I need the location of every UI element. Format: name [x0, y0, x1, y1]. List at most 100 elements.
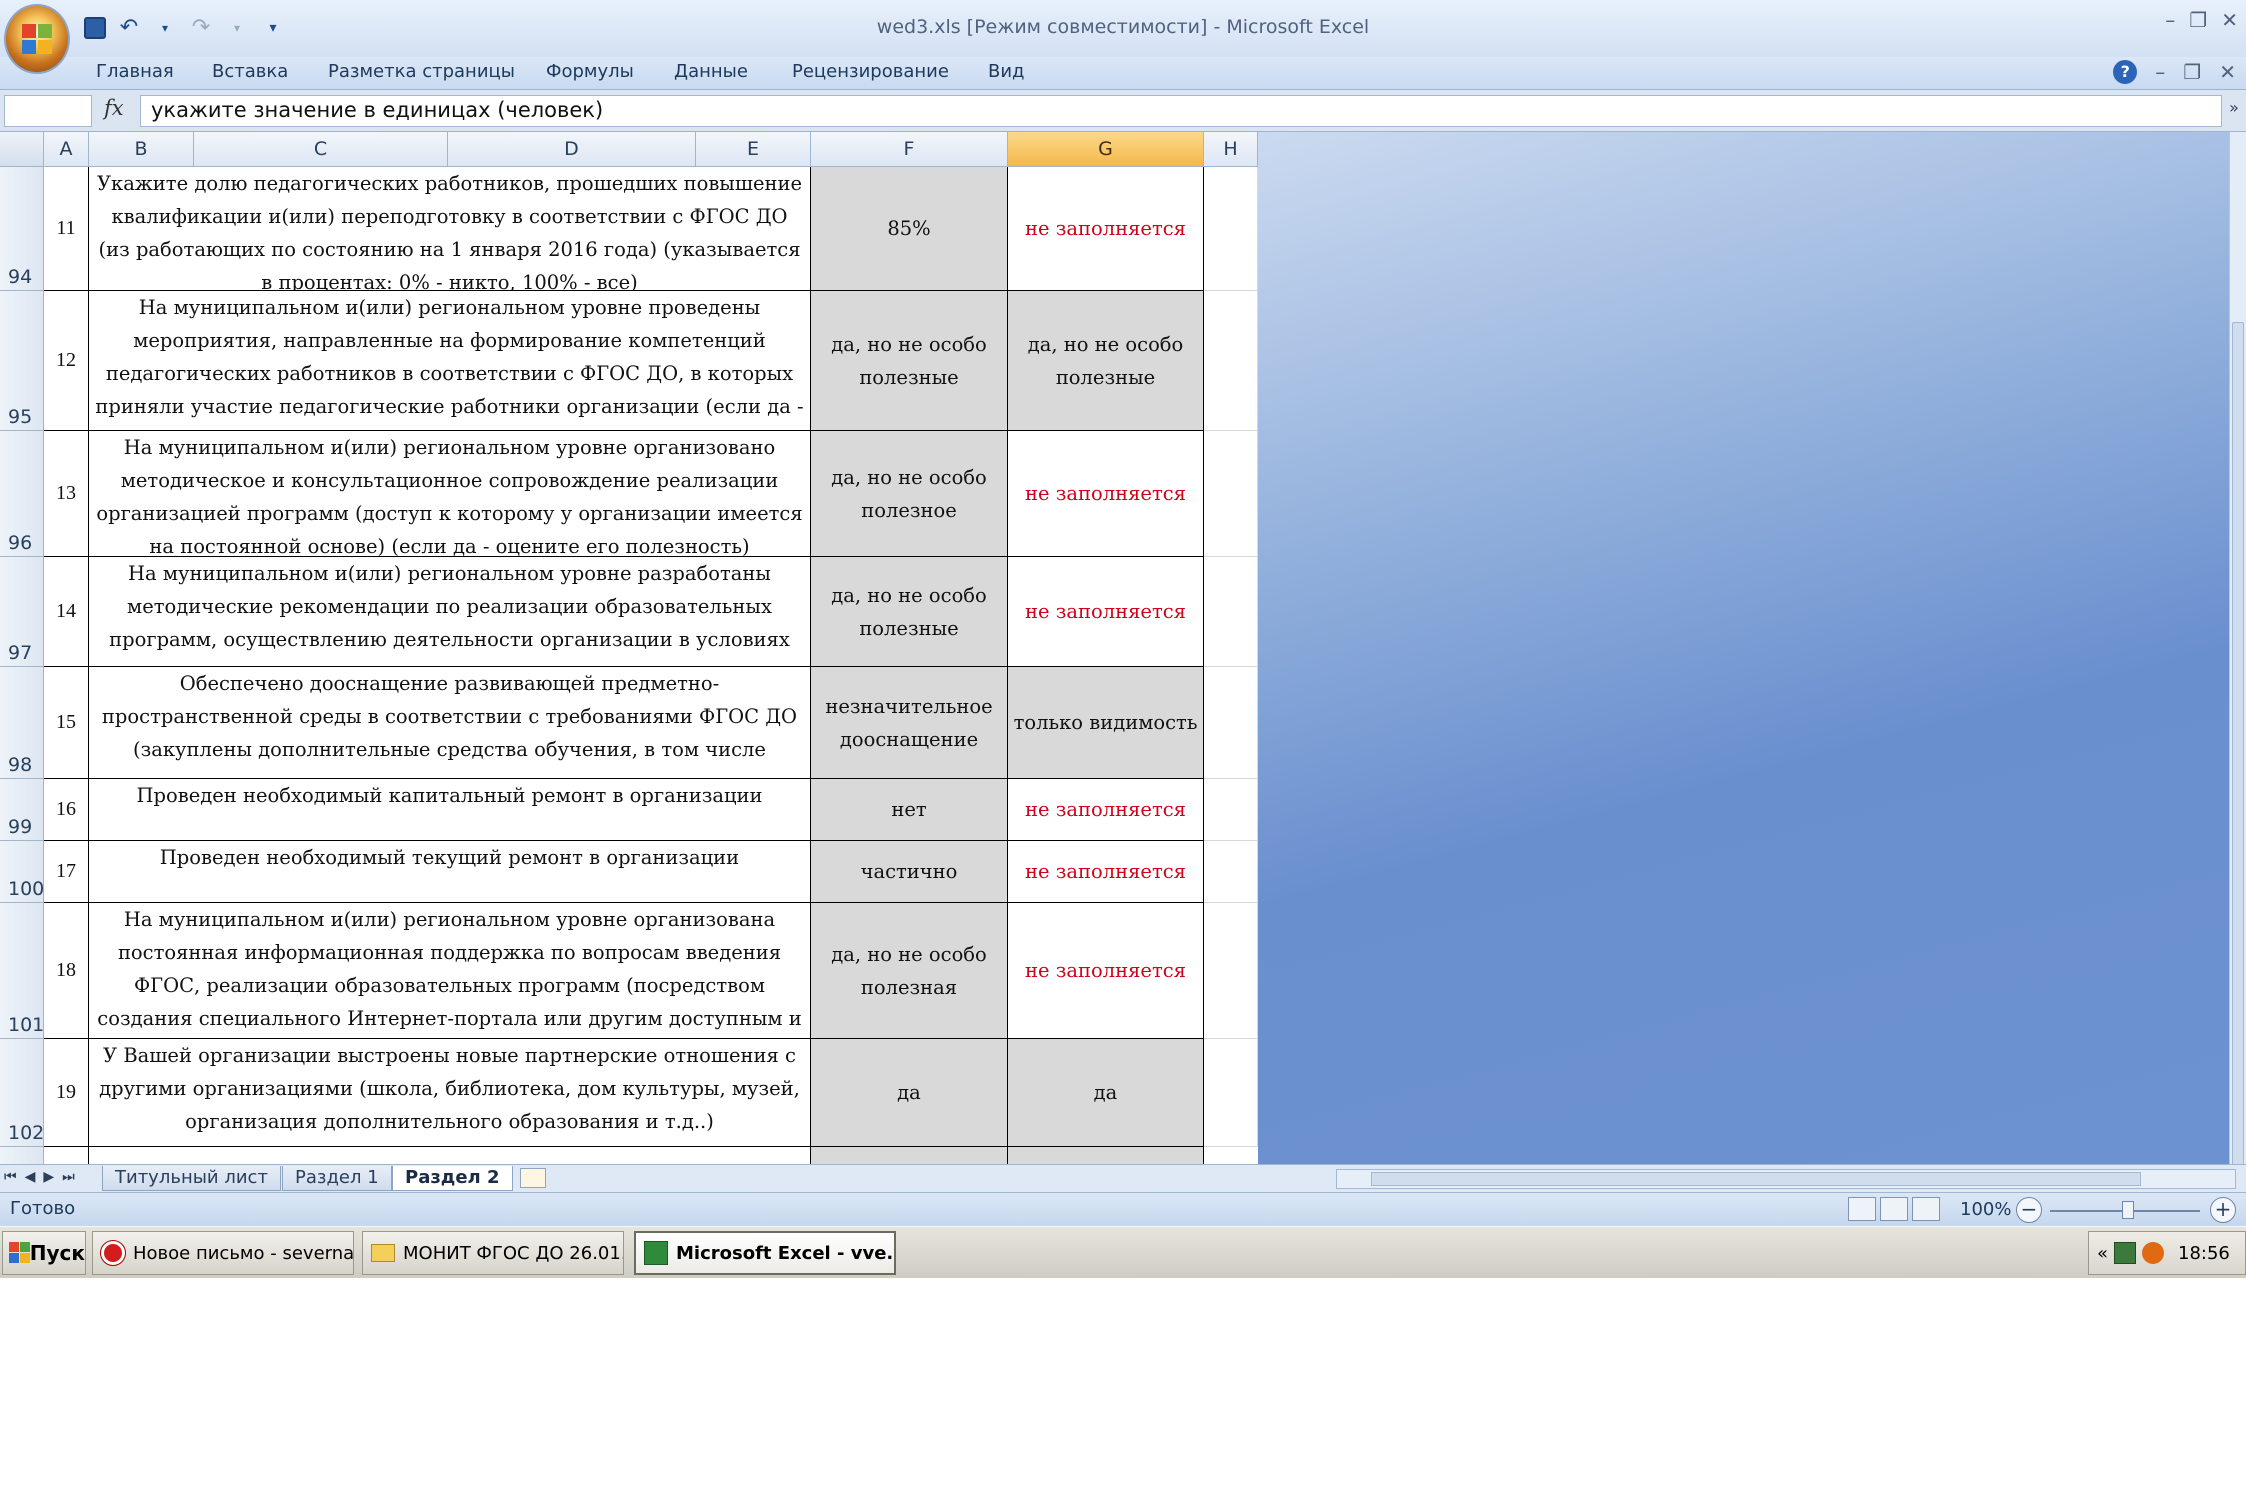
empty-h-cell[interactable]: [1204, 291, 1258, 431]
answer-g-cell[interactable]: да, но не особо полезные: [1008, 291, 1204, 431]
workbook-minimize-icon[interactable]: –: [2155, 60, 2165, 84]
answer-g-cell[interactable]: только видимость: [1008, 667, 1204, 779]
answer-f-cell[interactable]: нет: [811, 779, 1008, 841]
answer-f-cell[interactable]: да, но не особо полезное: [811, 431, 1008, 557]
empty-h-cell[interactable]: [1204, 1039, 1258, 1147]
help-icon[interactable]: ?: [2113, 60, 2138, 84]
taskbar-button-mail[interactable]: Новое письмо - severna...: [92, 1231, 354, 1275]
row-header[interactable]: 95: [0, 291, 44, 431]
tab-page-layout[interactable]: Разметка страницы: [328, 61, 515, 82]
zoom-slider-knob[interactable]: [2122, 1201, 2134, 1219]
item-number-cell[interactable]: 11: [44, 167, 89, 291]
row-header[interactable]: 99: [0, 779, 44, 841]
answer-f-cell[interactable]: да, но не особо полезные: [811, 557, 1008, 667]
empty-h-cell[interactable]: [1204, 167, 1258, 291]
answer-f-cell[interactable]: да, но не особо полезные: [811, 291, 1008, 431]
tab-review[interactable]: Рецензирование: [792, 61, 949, 82]
vertical-scroll-thumb[interactable]: [2232, 322, 2244, 1222]
workbook-restore-icon[interactable]: ❐: [2183, 60, 2201, 84]
tab-data[interactable]: Данные: [674, 61, 748, 82]
column-header-g[interactable]: G: [1008, 132, 1204, 167]
tab-formulas[interactable]: Формулы: [546, 61, 634, 82]
row-header[interactable]: 100: [0, 841, 44, 903]
partial-cell[interactable]: [811, 1147, 1008, 1164]
partial-cell[interactable]: [1008, 1147, 1204, 1164]
column-header-a[interactable]: A: [44, 132, 89, 167]
answer-g-cell[interactable]: не заполняется: [1008, 431, 1204, 557]
select-all-corner[interactable]: [0, 132, 44, 167]
answer-f-cell[interactable]: да, но не особо полезная: [811, 903, 1008, 1039]
start-button[interactable]: Пуск: [2, 1231, 86, 1275]
question-cell[interactable]: Проведен необходимый капитальный ремонт …: [89, 779, 811, 841]
zoom-out-icon[interactable]: −: [2016, 1197, 2042, 1223]
answer-g-cell[interactable]: не заполняется: [1008, 841, 1204, 903]
taskbar-button-folder[interactable]: МОНИТ ФГОС ДО 26.01....: [362, 1231, 624, 1275]
restore-icon[interactable]: ❐: [2189, 8, 2207, 32]
empty-h-cell[interactable]: [1204, 903, 1258, 1039]
column-header-f[interactable]: F: [811, 132, 1008, 167]
question-cell[interactable]: Обеспечено дооснащение развивающей предм…: [89, 667, 811, 779]
next-sheet-icon[interactable]: ▶: [43, 1169, 54, 1185]
last-sheet-icon[interactable]: ⏭: [62, 1169, 75, 1185]
item-number-cell[interactable]: 12: [44, 291, 89, 431]
sheet-tab-section-2[interactable]: Раздел 2: [392, 1166, 513, 1191]
answer-f-cell[interactable]: да: [811, 1039, 1008, 1147]
empty-h-cell[interactable]: [1204, 667, 1258, 779]
row-header[interactable]: 94: [0, 167, 44, 291]
horizontal-scroll-thumb[interactable]: [1371, 1172, 2141, 1186]
network-icon[interactable]: [2114, 1242, 2137, 1264]
partial-cell[interactable]: [44, 1147, 89, 1164]
item-number-cell[interactable]: 16: [44, 779, 89, 841]
question-cell[interactable]: На муниципальном и(или) региональном уро…: [89, 431, 811, 557]
antivirus-icon[interactable]: [2142, 1242, 2165, 1264]
column-header-d[interactable]: D: [448, 132, 696, 167]
item-number-cell[interactable]: 17: [44, 841, 89, 903]
answer-g-cell[interactable]: не заполняется: [1008, 557, 1204, 667]
prev-sheet-icon[interactable]: ◀: [25, 1169, 36, 1185]
partial-cell[interactable]: [89, 1147, 811, 1164]
office-button[interactable]: [4, 4, 70, 74]
answer-f-cell[interactable]: 85%: [811, 167, 1008, 291]
question-cell[interactable]: У Вашей организации выстроены новые парт…: [89, 1039, 811, 1147]
formula-input[interactable]: укажите значение в единицах (человек): [140, 95, 2222, 127]
sheet-tab-title[interactable]: Титульный лист: [102, 1166, 281, 1191]
expand-formula-bar-icon[interactable]: »: [2224, 98, 2244, 122]
column-header-c[interactable]: C: [194, 132, 448, 167]
horizontal-scrollbar[interactable]: [1336, 1169, 2236, 1189]
name-box[interactable]: [4, 95, 92, 127]
column-header-e[interactable]: E: [696, 132, 811, 167]
tab-view[interactable]: Вид: [988, 61, 1025, 82]
tab-insert[interactable]: Вставка: [212, 61, 288, 82]
item-number-cell[interactable]: 13: [44, 431, 89, 557]
minimize-icon[interactable]: –: [2165, 8, 2175, 32]
vertical-scrollbar[interactable]: [2229, 132, 2246, 1222]
sheet-tab-section-1[interactable]: Раздел 1: [282, 1166, 392, 1191]
answer-g-cell[interactable]: не заполняется: [1008, 779, 1204, 841]
answer-g-cell[interactable]: да: [1008, 1039, 1204, 1147]
question-cell[interactable]: На муниципальном и(или) региональном уро…: [89, 291, 811, 431]
question-cell[interactable]: На муниципальном и(или) региональном уро…: [89, 903, 811, 1039]
question-cell[interactable]: Укажите долю педагогических работников, …: [89, 167, 811, 291]
item-number-cell[interactable]: 18: [44, 903, 89, 1039]
close-icon[interactable]: ✕: [2221, 8, 2238, 32]
row-header[interactable]: 97: [0, 557, 44, 667]
empty-h-cell[interactable]: [1204, 841, 1258, 903]
row-header[interactable]: 96: [0, 431, 44, 557]
answer-g-cell[interactable]: не заполняется: [1008, 903, 1204, 1039]
answer-g-cell[interactable]: не заполняется: [1008, 167, 1204, 291]
empty-h-cell[interactable]: [1204, 779, 1258, 841]
tray-chevron-icon[interactable]: «: [2097, 1243, 2108, 1264]
workbook-close-icon[interactable]: ✕: [2219, 60, 2236, 84]
item-number-cell[interactable]: 19: [44, 1039, 89, 1147]
taskbar-button-excel[interactable]: Microsoft Excel - vve...: [634, 1231, 896, 1275]
fx-icon[interactable]: fx: [104, 96, 124, 120]
item-number-cell[interactable]: 14: [44, 557, 89, 667]
empty-h-cell[interactable]: [1204, 431, 1258, 557]
row-header[interactable]: [0, 1147, 44, 1164]
column-header-h[interactable]: H: [1204, 132, 1258, 167]
answer-f-cell[interactable]: частично: [811, 841, 1008, 903]
zoom-in-icon[interactable]: +: [2210, 1197, 2236, 1223]
insert-sheet-icon[interactable]: [520, 1168, 546, 1188]
first-sheet-icon[interactable]: ⏮: [4, 1169, 17, 1185]
item-number-cell[interactable]: 15: [44, 667, 89, 779]
